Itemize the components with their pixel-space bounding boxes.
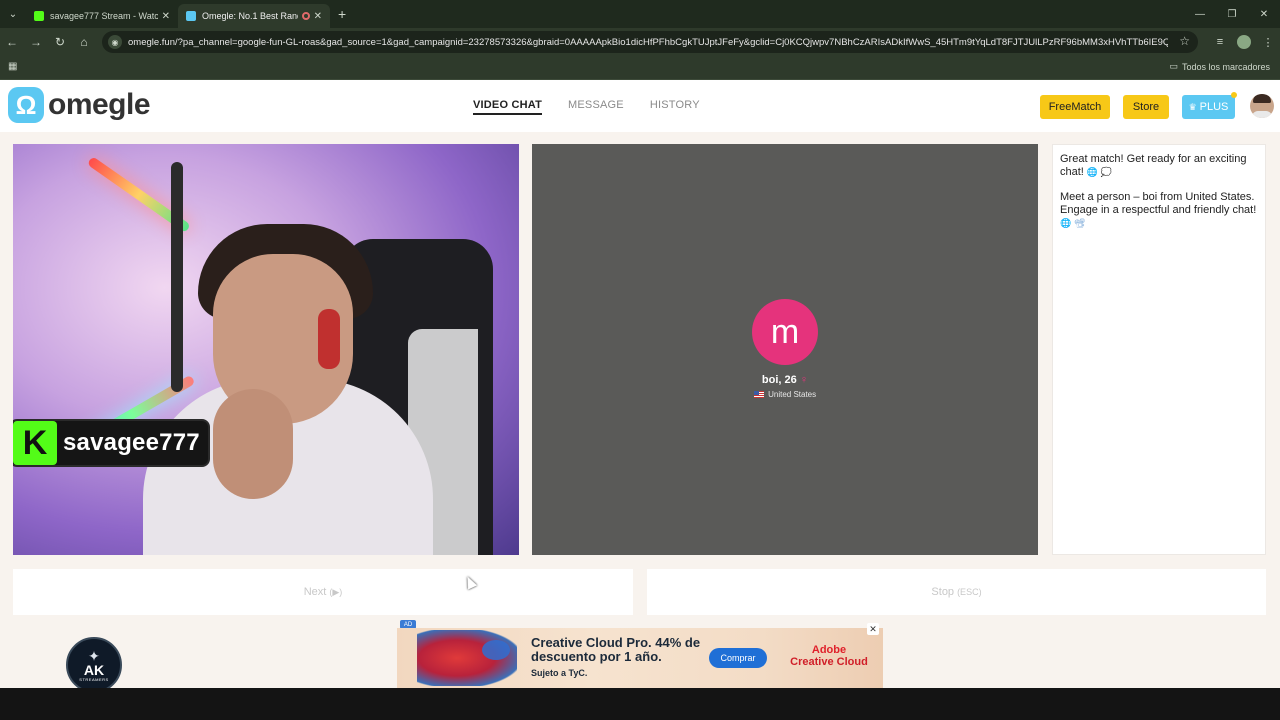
ad-buy-button[interactable]: Comprar	[709, 648, 767, 668]
tab-close-icon[interactable]: ✕	[162, 11, 170, 22]
recording-indicator-icon	[301, 12, 310, 20]
profile-icon[interactable]	[1232, 30, 1256, 54]
tab-close-icon[interactable]: ✕	[314, 11, 322, 22]
blue-fish-image	[482, 640, 510, 660]
omegle-logo[interactable]: Ω omegle	[8, 87, 151, 123]
site-header: Ω omegle VIDEO CHAT MESSAGE HISTORY Free…	[0, 80, 1280, 132]
all-bookmarks-label: Todos los marcadores	[1181, 61, 1270, 72]
remote-country-label: United States	[768, 390, 817, 399]
chat-panel: Great match! Get ready for an exciting c…	[1052, 144, 1266, 555]
bottom-strip	[0, 688, 1280, 720]
user-avatar[interactable]	[1250, 94, 1274, 118]
freematch-button[interactable]: FreeMatch	[1040, 95, 1110, 119]
stop-shortcut-hint: (ESC)	[957, 587, 982, 597]
chat-message: Meet a person – boi from United States. …	[1060, 191, 1258, 230]
new-tab-icon[interactable]: +	[338, 6, 346, 22]
tab-history[interactable]: HISTORY	[650, 99, 700, 115]
remote-name-age: boi, 26	[761, 374, 797, 386]
browser-toolbar: ← → ↻ ⌂ ◉ omegle.fun/?pa_channel=google-…	[0, 28, 1280, 56]
plus-button[interactable]: ♛ PLUS	[1182, 92, 1237, 119]
ak-text: AK	[83, 661, 105, 678]
local-video: K savagee777	[13, 144, 519, 555]
forward-icon[interactable]: →	[24, 30, 48, 54]
notification-dot	[1231, 92, 1237, 98]
stop-label: Stop	[931, 586, 955, 598]
window-controls: — ❐ ✕	[1184, 0, 1280, 28]
address-bar[interactable]: ◉ omegle.fun/?pa_channel=google-fun-GL-r…	[102, 31, 1198, 53]
back-icon[interactable]: ←	[0, 30, 24, 54]
eagle-icon: ✦	[88, 647, 100, 664]
kick-favicon-icon	[34, 11, 44, 21]
omegle-favicon-icon	[186, 11, 196, 21]
remote-video: m boi, 26 ♀ United States	[532, 144, 1038, 555]
toolbar-right: ≡ ⋮	[1208, 28, 1280, 56]
lamp-pole	[171, 162, 183, 392]
streamer-name-overlay: K savagee777	[13, 419, 210, 467]
tab-title: savagee777 Stream - Watch Li	[50, 11, 158, 21]
tab-message[interactable]: MESSAGE	[568, 99, 624, 115]
tab-video-chat[interactable]: VIDEO CHAT	[473, 99, 543, 115]
adobe-line1: Adobe	[811, 644, 847, 656]
browser-tab-kick[interactable]: savagee777 Stream - Watch Li ✕	[26, 4, 178, 28]
minimize-icon[interactable]: —	[1184, 0, 1216, 28]
next-label: Next	[303, 586, 327, 598]
all-bookmarks[interactable]: ▭ Todos los marcadores	[1169, 61, 1270, 72]
ad-close-icon[interactable]: ✕	[867, 623, 879, 635]
site-info-icon[interactable]: ◉	[108, 35, 122, 49]
ad-subtext: Sujeto a TyC.	[531, 668, 588, 678]
headset	[318, 309, 340, 369]
bookmarks-bar: ▦ ▭ Todos los marcadores	[0, 56, 1280, 80]
next-button[interactable]: Next (▶)	[13, 569, 633, 615]
remote-name: boi, 26 ♀	[532, 374, 1038, 386]
streamer-name: savagee777	[63, 429, 200, 456]
browser-tab-omegle[interactable]: Omegle: No.1 Best Random ✕	[178, 4, 330, 28]
stop-button[interactable]: Stop (ESC)	[647, 569, 1266, 615]
globe-camera-emoji-icon: 🌐 📽	[1060, 218, 1086, 228]
maximize-icon[interactable]: ❐	[1216, 0, 1248, 28]
omega-logo-icon: Ω	[8, 87, 44, 123]
main-nav: VIDEO CHAT MESSAGE HISTORY	[473, 99, 700, 115]
adobe-line2: Creative Cloud	[790, 656, 868, 668]
remote-country: United States	[532, 390, 1038, 399]
streamers-text: STREAMERS	[79, 676, 109, 682]
ad-banner[interactable]: Creative Cloud Pro. 44% de descuento por…	[397, 628, 883, 688]
bookmark-star-icon[interactable]: ☆	[1179, 34, 1190, 48]
kick-logo-icon: K	[13, 421, 57, 465]
ad-headline: Creative Cloud Pro. 44% de descuento por…	[531, 635, 701, 664]
logo-text: omegle	[48, 88, 151, 121]
globe-chat-emoji-icon: 🌐 💭	[1086, 167, 1112, 177]
reload-icon[interactable]: ↻	[48, 30, 72, 54]
home-icon[interactable]: ⌂	[72, 30, 96, 54]
remote-avatar: m	[752, 299, 818, 365]
store-button[interactable]: Store	[1123, 95, 1169, 119]
next-shortcut-hint: (▶)	[329, 586, 343, 597]
female-gender-icon: ♀	[799, 374, 809, 386]
plus-label: PLUS	[1199, 101, 1229, 113]
tab-title: Omegle: No.1 Best Random	[202, 11, 298, 21]
apps-grid-icon[interactable]: ▦	[8, 61, 17, 72]
close-window-icon[interactable]: ✕	[1248, 0, 1280, 28]
media-controls-icon[interactable]: ≡	[1208, 30, 1232, 54]
chat-message: Great match! Get ready for an exciting c…	[1060, 153, 1258, 179]
chat-message-text: Meet a person – boi from United States. …	[1060, 191, 1257, 216]
person-hand	[213, 389, 293, 499]
crown-icon: ♛	[1188, 101, 1197, 112]
folder-icon: ▭	[1169, 61, 1178, 71]
us-flag-icon	[753, 391, 764, 398]
menu-kebab-icon[interactable]: ⋮	[1256, 30, 1280, 54]
omegle-page: Ω omegle VIDEO CHAT MESSAGE HISTORY Free…	[0, 80, 1280, 688]
browser-tabbar: ⌄ savagee777 Stream - Watch Li ✕ Omegle:…	[0, 0, 1280, 28]
ak-streamers-watermark: ✦ AK STREAMERS	[66, 637, 122, 688]
adobe-brand: Adobe Creative Cloud	[779, 644, 879, 668]
url-text[interactable]: omegle.fun/?pa_channel=google-fun-GL-roa…	[128, 37, 1168, 48]
tab-search-chevron-icon[interactable]: ⌄	[0, 0, 26, 28]
